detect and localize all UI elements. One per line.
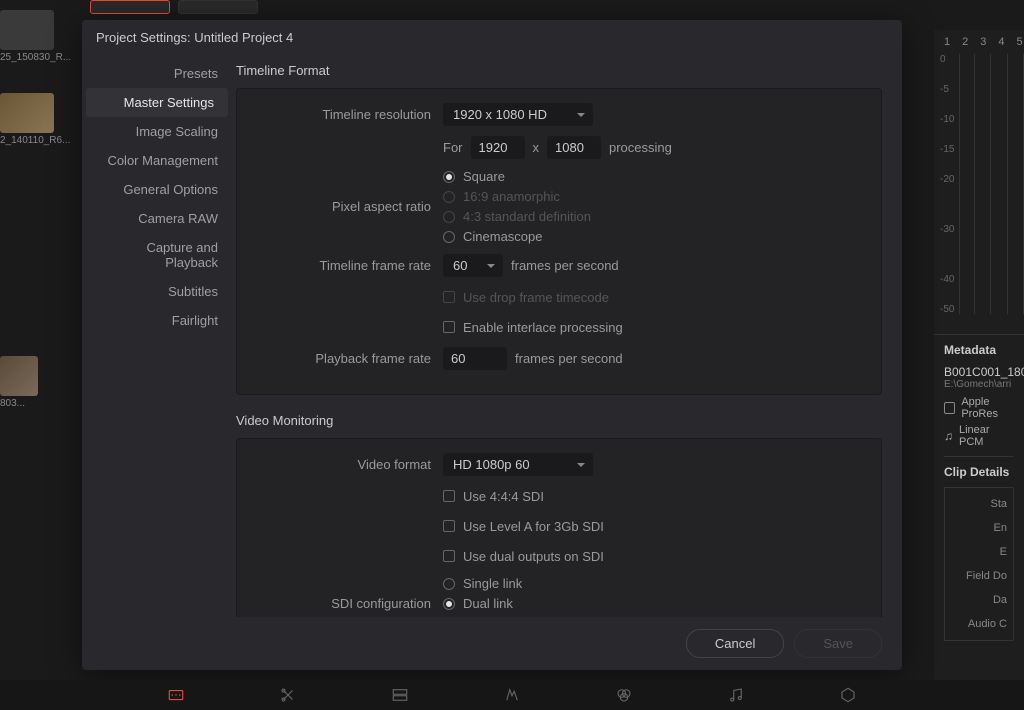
- sidebar-item-camera-raw[interactable]: Camera RAW: [82, 204, 232, 233]
- save-button: Save: [794, 629, 882, 658]
- sidebar-item-master-settings[interactable]: Master Settings: [86, 88, 228, 117]
- label-video-format: Video format: [251, 457, 443, 472]
- meta-audio: ♫ Linear PCM: [944, 424, 1014, 448]
- music-icon: ♫: [944, 429, 953, 443]
- clip-details-title: Clip Details: [944, 456, 1014, 479]
- use-444-checkbox[interactable]: [443, 490, 455, 502]
- video-monitoring-section: Video format HD 1080p 60 Use 4:4:4 SDI U…: [236, 438, 882, 617]
- clip-path: E:\Gomech\arri: [944, 379, 1014, 390]
- par-cinemascope-radio[interactable]: [443, 231, 455, 243]
- sidebar-item-image-scaling[interactable]: Image Scaling: [82, 117, 232, 146]
- dialog-footer: Cancel Save: [82, 617, 902, 670]
- cut-page-icon[interactable]: [277, 686, 299, 704]
- fairlight-page-icon[interactable]: [725, 686, 747, 704]
- dialog-title: Project Settings: Untitled Project 4: [82, 20, 902, 55]
- media-thumb[interactable]: [0, 93, 54, 133]
- deliver-page-icon[interactable]: [837, 686, 859, 704]
- media-thumb[interactable]: [0, 356, 38, 396]
- sidebar-item-subtitles[interactable]: Subtitles: [82, 277, 232, 306]
- label-timeline-framerate: Timeline frame rate: [251, 258, 443, 273]
- sidebar-item-fairlight[interactable]: Fairlight: [82, 306, 232, 335]
- par-square-radio[interactable]: [443, 171, 455, 183]
- detail-row: Field Do: [951, 564, 1007, 588]
- fusion-page-icon[interactable]: [501, 686, 523, 704]
- timeline-resolution-select[interactable]: 1920 x 1080 HD: [443, 103, 593, 126]
- thumb-label: 25_150830_R...: [0, 52, 80, 63]
- timeline-height-input[interactable]: [547, 136, 601, 159]
- sdi-dual-radio[interactable]: [443, 598, 455, 610]
- par-43-radio: [443, 211, 455, 223]
- section-title-timeline: Timeline Format: [236, 63, 882, 78]
- meta-codec: Apple ProRes: [944, 396, 1014, 420]
- label-sdi-config: SDI configuration: [251, 596, 443, 611]
- page-navigation: [0, 680, 1024, 710]
- metadata-title: Metadata: [944, 343, 1014, 357]
- drop-frame-checkbox: [443, 291, 455, 303]
- sidebar-item-presets[interactable]: Presets: [82, 59, 232, 88]
- metadata-panel: Metadata B001C001_180327. E:\Gomech\arri…: [934, 334, 1024, 649]
- edit-page-icon[interactable]: [389, 686, 411, 704]
- timeline-format-section: Timeline resolution 1920 x 1080 HD For x…: [236, 88, 882, 395]
- sdi-single-radio[interactable]: [443, 578, 455, 590]
- ruler: 1 2 3 4 5: [934, 30, 1024, 54]
- level-a-checkbox[interactable]: [443, 520, 455, 532]
- detail-row: En: [951, 516, 1007, 540]
- dual-outputs-checkbox[interactable]: [443, 550, 455, 562]
- thumb-label: 803...: [0, 398, 80, 409]
- timeline-framerate-select[interactable]: 60: [443, 254, 503, 277]
- timeline-width-input[interactable]: [471, 136, 525, 159]
- label-pixel-aspect-ratio: Pixel aspect ratio: [251, 199, 443, 214]
- video-icon: [944, 402, 955, 414]
- media-pool-thumbnails: 25_150830_R... 2_140110_R6... 803...: [0, 0, 80, 439]
- media-thumb[interactable]: [0, 10, 54, 50]
- right-panel: 1 2 3 4 5 0 -5 -10 -15 -20 -30 -40 -50 M…: [934, 30, 1024, 680]
- sidebar-item-capture-playback[interactable]: Capture and Playback: [82, 233, 232, 277]
- par-169-radio: [443, 191, 455, 203]
- section-title-monitoring: Video Monitoring: [236, 413, 882, 428]
- video-format-select[interactable]: HD 1080p 60: [443, 453, 593, 476]
- audio-meters: 0 -5 -10 -15 -20 -30 -40 -50: [934, 54, 1024, 334]
- detail-row: Da: [951, 588, 1007, 612]
- label-timeline-resolution: Timeline resolution: [251, 107, 443, 122]
- detail-row: Sta: [951, 492, 1007, 516]
- timeline-thumb-active[interactable]: [90, 0, 170, 14]
- interlace-checkbox[interactable]: [443, 321, 455, 333]
- detail-row: E: [951, 540, 1007, 564]
- sidebar-item-color-management[interactable]: Color Management: [82, 146, 232, 175]
- project-settings-dialog: Project Settings: Untitled Project 4 Pre…: [82, 20, 902, 670]
- thumb-label: 2_140110_R6...: [0, 135, 80, 146]
- cancel-button[interactable]: Cancel: [686, 629, 784, 658]
- color-page-icon[interactable]: [613, 686, 635, 704]
- timeline-thumb[interactable]: [178, 0, 258, 14]
- detail-row: Audio C: [951, 612, 1007, 636]
- settings-content[interactable]: Timeline Format Timeline resolution 1920…: [232, 55, 902, 617]
- settings-sidebar: Presets Master Settings Image Scaling Co…: [82, 55, 232, 617]
- playback-framerate-input[interactable]: [443, 347, 507, 370]
- timeline-thumbs: [90, 0, 258, 14]
- clip-name: B001C001_180327.: [944, 365, 1014, 379]
- sidebar-item-general-options[interactable]: General Options: [82, 175, 232, 204]
- label-playback-framerate: Playback frame rate: [251, 351, 443, 366]
- media-page-icon[interactable]: [165, 686, 187, 704]
